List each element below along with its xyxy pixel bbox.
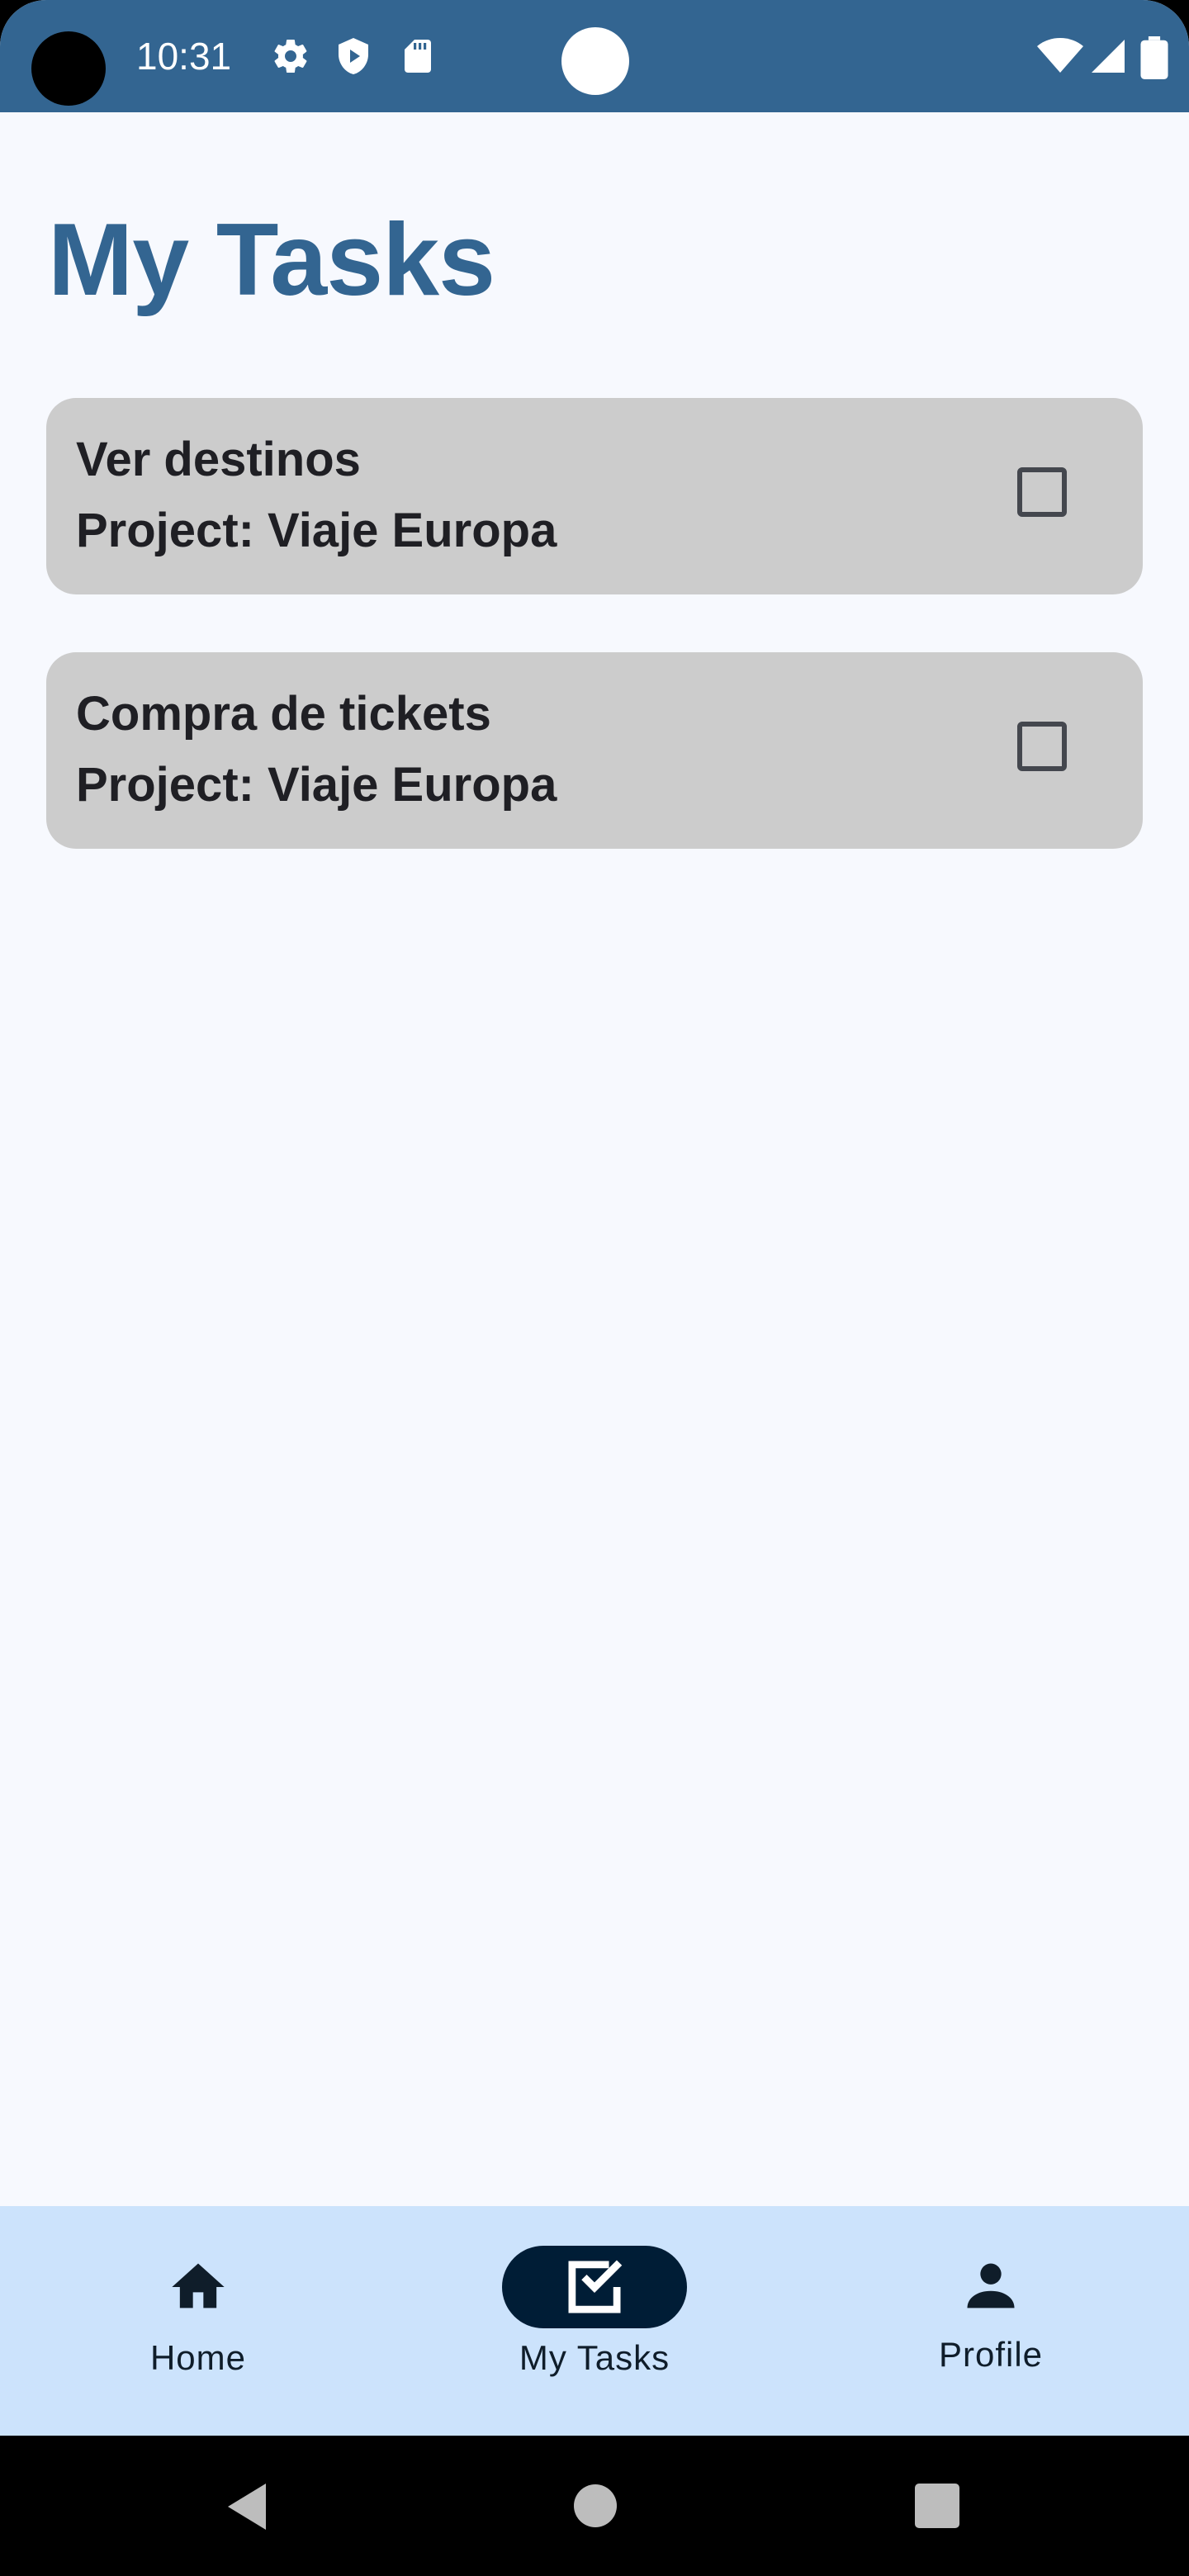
back-icon[interactable] — [223, 2480, 272, 2533]
status-bar: 10:31 — [0, 0, 1189, 112]
task-name: Compra de tickets — [76, 687, 491, 741]
camera-cutout — [31, 31, 106, 106]
system-navigation-bar — [0, 2436, 1189, 2576]
home-icon — [172, 2263, 225, 2308]
sd-card-icon — [405, 40, 431, 73]
task-check-icon — [568, 2260, 623, 2313]
nav-active-indicator — [502, 2246, 687, 2328]
recents-icon[interactable] — [915, 2484, 959, 2528]
nav-label-profile: Profile — [938, 2335, 1044, 2374]
bottom-navigation: Home My Tasks Profile — [0, 2206, 1189, 2436]
nav-label-home: Home — [149, 2338, 247, 2377]
task-checkbox[interactable] — [1017, 722, 1067, 771]
settings-icon — [274, 40, 307, 73]
nav-item-my-tasks[interactable]: My Tasks — [396, 2206, 793, 2436]
nav-item-home[interactable]: Home — [0, 2206, 396, 2436]
task-project: Project: Viaje Europa — [76, 758, 557, 812]
notification-dot — [561, 27, 629, 95]
status-time: 10:31 — [136, 35, 232, 78]
person-icon — [967, 2263, 1015, 2308]
task-project: Project: Viaje Europa — [76, 504, 557, 557]
signal-icon — [1092, 40, 1125, 73]
nav-icon-container — [898, 2246, 1083, 2328]
page-title: My Tasks — [48, 203, 495, 317]
nav-item-profile[interactable]: Profile — [793, 2206, 1189, 2436]
task-name: Ver destinos — [76, 433, 361, 486]
battery-icon — [1140, 36, 1168, 79]
nav-label-my-tasks: My Tasks — [519, 2338, 670, 2377]
shield-play-icon — [339, 38, 368, 74]
task-card[interactable]: Ver destinos Project: Viaje Europa — [46, 398, 1143, 594]
wifi-icon — [1037, 38, 1083, 73]
task-checkbox[interactable] — [1017, 467, 1067, 517]
task-card[interactable]: Compra de tickets Project: Viaje Europa — [46, 652, 1143, 849]
nav-icon-container — [106, 2246, 291, 2328]
app-screen: 10:31 My Tasks Ver destinos Project: Via… — [0, 0, 1189, 2576]
home-circle-icon[interactable] — [573, 2484, 618, 2528]
